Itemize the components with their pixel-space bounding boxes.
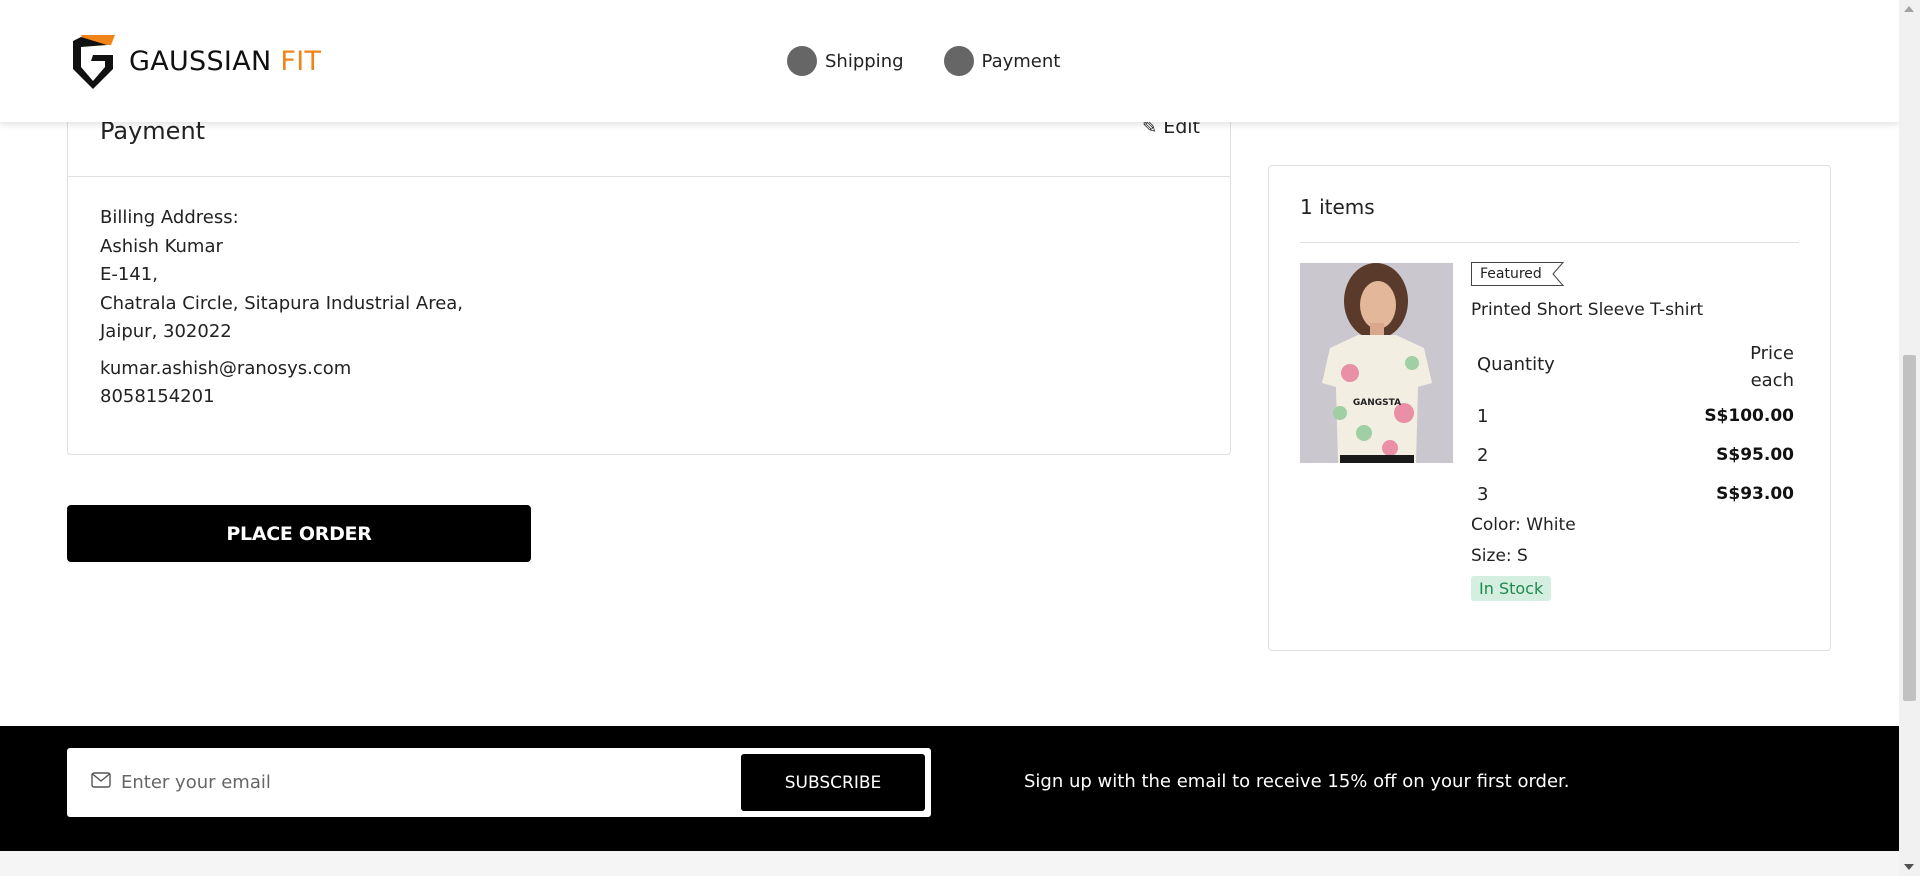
product-image[interactable]: GANGSTA [1300, 263, 1453, 463]
promo-text: Sign up with the email to receive 15% of… [1024, 771, 1570, 792]
price-tier-row: 1 S$100.00 [1477, 406, 1794, 434]
shirt-print: GANGSTA [1353, 398, 1401, 408]
product-color: Color: White [1471, 515, 1576, 535]
scroll-up-icon[interactable] [1904, 6, 1914, 12]
price-header-line2: each [1750, 370, 1794, 391]
tier-price: S$100.00 [1704, 406, 1794, 426]
step-indicator-icon [787, 46, 817, 76]
newsletter-footer: SUBSCRIBE Sign up with the email to rece… [0, 726, 1899, 851]
logo-shield-icon [73, 35, 115, 89]
mail-icon [91, 772, 111, 788]
scroll-thumb[interactable] [1903, 355, 1916, 701]
tier-quantity: 1 [1477, 406, 1489, 427]
product-name[interactable]: Printed Short Sleeve T-shirt [1471, 300, 1703, 320]
email-input[interactable] [121, 762, 721, 802]
order-summary-card: 1 items GANGSTA Featured Printed Short S… [1268, 165, 1831, 651]
page-bottom [0, 851, 1899, 876]
badge-tail-icon [1549, 262, 1564, 286]
tier-quantity: 3 [1477, 484, 1489, 505]
vertical-scrollbar[interactable] [1899, 0, 1920, 876]
logo[interactable]: GAUSSIAN FIT [67, 33, 321, 89]
price-header-line1: Price [1750, 343, 1794, 364]
price-tier-row: 3 S$93.00 [1477, 484, 1794, 512]
scroll-down-icon[interactable] [1904, 864, 1914, 870]
step-label: Payment [981, 50, 1061, 72]
price-tier-row: 2 S$95.00 [1477, 445, 1794, 473]
step-label: Shipping [825, 50, 904, 72]
billing-line2: Chatrala Circle, Sitapura Industrial Are… [100, 292, 464, 314]
billing-line3: Jaipur, 302022 [100, 321, 232, 342]
billing-phone: 8058154201 [100, 386, 215, 407]
price-header: Price each [1750, 340, 1794, 394]
place-order-button[interactable]: PLACE ORDER [67, 505, 531, 562]
billing-line1: E-141, [100, 264, 158, 285]
divider [68, 176, 1230, 177]
payment-card: Payment ✎ Edit Billing Address: Ashish K… [67, 100, 1231, 455]
billing-address: Billing Address: Ashish Kumar E-141, Cha… [100, 204, 463, 412]
featured-badge-label: Featured [1480, 266, 1542, 282]
quantity-header: Quantity [1477, 354, 1555, 375]
site-header: GAUSSIAN FIT Shipping Payment [0, 0, 1899, 122]
subscribe-form: SUBSCRIBE [67, 748, 931, 817]
step-payment[interactable]: Payment [943, 46, 1061, 76]
subscribe-button[interactable]: SUBSCRIBE [741, 754, 925, 811]
billing-name: Ashish Kumar [100, 235, 223, 257]
billing-heading: Billing Address: [100, 207, 239, 228]
divider [1300, 242, 1799, 243]
items-count: 1 items [1300, 195, 1375, 219]
featured-badge: Featured [1471, 262, 1564, 286]
stock-status-badge: In Stock [1471, 576, 1552, 601]
billing-email: kumar.ashish@ranosys.com [100, 357, 352, 379]
step-indicator-icon [943, 46, 974, 76]
product-size: Size: S [1471, 546, 1528, 566]
tier-quantity: 2 [1477, 445, 1489, 466]
tier-price: S$95.00 [1716, 445, 1794, 465]
logo-text: GAUSSIAN FIT [129, 45, 322, 77]
checkout-steps: Shipping Payment [787, 46, 1100, 76]
step-shipping[interactable]: Shipping [787, 46, 904, 76]
tier-price: S$93.00 [1716, 484, 1794, 504]
